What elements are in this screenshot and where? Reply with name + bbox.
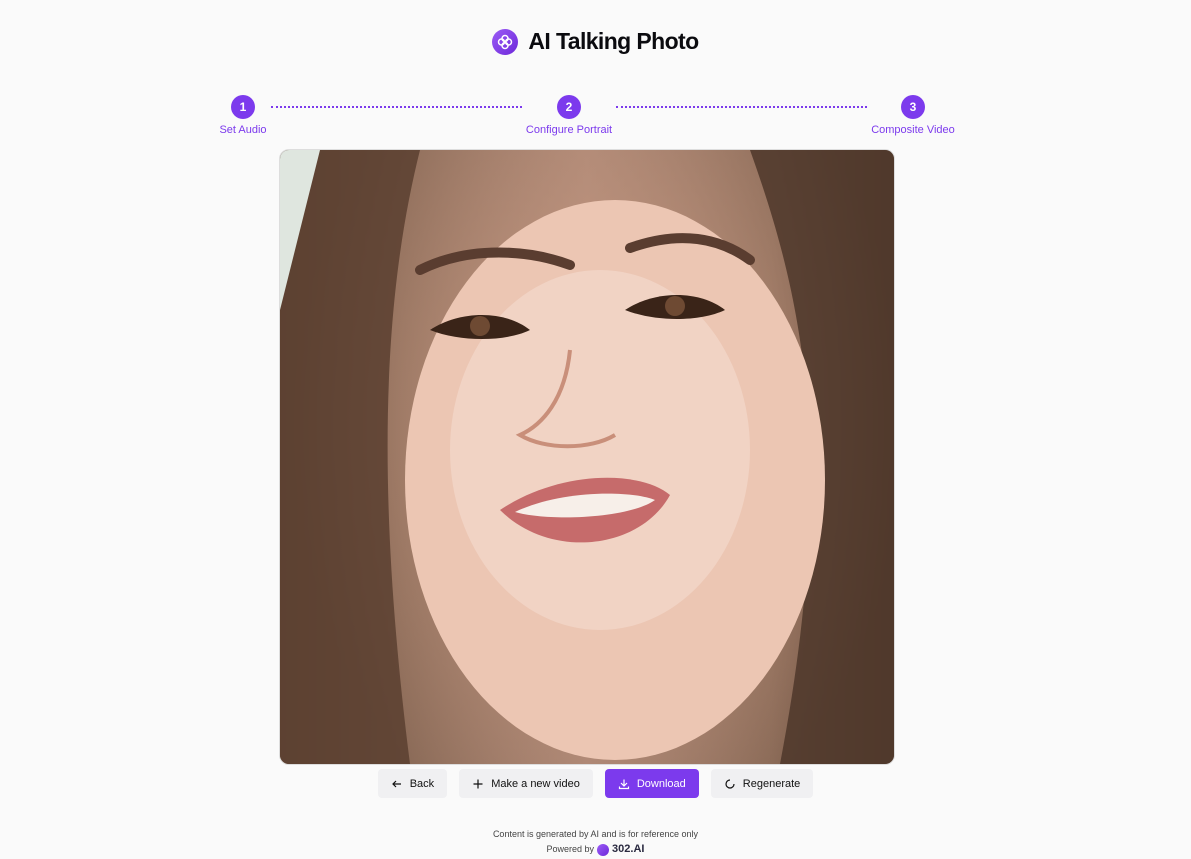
- step-connector: [616, 106, 867, 108]
- download-button[interactable]: Download: [604, 769, 699, 798]
- step-number: 2: [557, 95, 581, 119]
- back-button[interactable]: Back: [377, 769, 448, 798]
- generated-video-preview[interactable]: [279, 149, 895, 765]
- progress-stepper: 1 Set Audio 2 Configure Portrait 3 Compo…: [0, 95, 1191, 140]
- step-number: 3: [901, 95, 925, 119]
- regenerate-button[interactable]: Regenerate: [710, 769, 814, 798]
- step-label: Configure Portrait: [525, 124, 613, 136]
- powered-by-text: Powered by: [546, 844, 595, 854]
- step-configure-portrait[interactable]: 2 Configure Portrait: [509, 95, 629, 136]
- step-connector: [271, 106, 522, 108]
- back-label: Back: [409, 777, 435, 790]
- new-video-label: Make a new video: [491, 777, 580, 790]
- app-header: AI Talking Photo: [0, 28, 1191, 55]
- step-composite-video[interactable]: 3 Composite Video: [853, 95, 973, 136]
- portrait-image: [280, 150, 894, 764]
- clover-icon: [492, 28, 519, 55]
- arrow-left-icon: [391, 780, 401, 787]
- refresh-icon: [725, 778, 735, 789]
- ai-disclaimer: Content is generated by AI and is for re…: [492, 829, 699, 839]
- step-label: Set Audio: [219, 124, 267, 136]
- step-set-audio[interactable]: 1 Set Audio: [183, 95, 303, 136]
- page-footer: Content is generated by AI and is for re…: [0, 827, 1191, 857]
- download-icon: [618, 779, 629, 789]
- step-label: Composite Video: [871, 124, 955, 136]
- brand-name[interactable]: 302.AI: [612, 842, 644, 857]
- powered-by: Powered by 302.AI: [0, 842, 1191, 857]
- download-label: Download: [636, 777, 686, 790]
- regenerate-label: Regenerate: [742, 777, 801, 790]
- make-new-video-button[interactable]: Make a new video: [459, 769, 593, 798]
- brand-logo-icon: [597, 843, 610, 856]
- action-bar: Back Make a new video Download Regenerat…: [0, 769, 1191, 798]
- step-number: 1: [231, 95, 255, 119]
- plus-icon: [473, 779, 483, 788]
- page-title: AI Talking Photo: [528, 28, 699, 54]
